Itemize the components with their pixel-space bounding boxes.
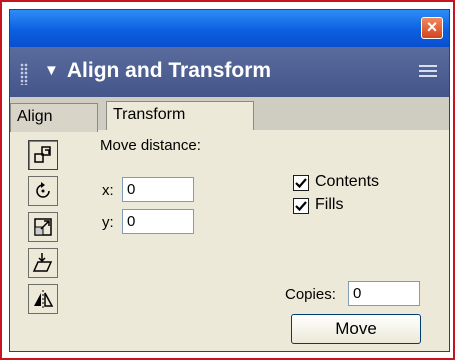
move-button[interactable]: Move <box>291 314 421 344</box>
rotate-icon <box>36 182 50 198</box>
scale-tool-button[interactable] <box>28 212 58 242</box>
skew-tool-button[interactable] <box>28 248 58 278</box>
checkmark-icon <box>295 178 307 189</box>
reflect-icon <box>34 290 54 308</box>
y-label: y: <box>102 214 114 231</box>
transform-tool-bar <box>28 140 58 320</box>
rotate-tool-button[interactable] <box>28 176 58 206</box>
align-transform-window: × ▼ Align and Transform Align Transform <box>9 9 450 352</box>
screenshot-frame: × ▼ Align and Transform Align Transform <box>0 0 455 360</box>
skew-icon <box>32 253 53 272</box>
contents-checkbox[interactable] <box>293 175 309 191</box>
close-button[interactable]: × <box>421 17 443 39</box>
tab-bar: Align Transform <box>10 97 449 132</box>
fills-checkbox[interactable] <box>293 198 309 214</box>
tab-transform[interactable]: Transform <box>106 101 254 130</box>
y-distance-field[interactable]: 0 <box>122 209 194 234</box>
collapse-arrow-icon[interactable]: ▼ <box>44 62 59 79</box>
move-distance-label: Move distance: <box>100 137 201 154</box>
x-distance-field[interactable]: 0 <box>122 177 194 202</box>
fills-label: Fills <box>315 196 344 213</box>
contents-label: Contents <box>315 173 380 190</box>
checkmark-icon <box>295 201 307 212</box>
drag-grip-icon[interactable] <box>20 63 28 85</box>
move-tool-button[interactable] <box>28 140 58 170</box>
close-icon: × <box>426 17 438 37</box>
x-label: x: <box>102 182 114 199</box>
reflect-tool-button[interactable] <box>28 284 58 314</box>
copies-label: Copies: <box>285 286 336 303</box>
move-icon <box>34 146 51 163</box>
panel-title[interactable]: ▼ Align and Transform <box>44 59 271 83</box>
copies-field[interactable]: 0 <box>348 281 420 306</box>
window-titlebar[interactable]: × <box>10 10 449 47</box>
panel-menu-icon[interactable] <box>419 65 437 81</box>
tab-align[interactable]: Align <box>10 103 98 132</box>
panel-title-text: Align and Transform <box>66 59 272 82</box>
scale-icon <box>34 218 52 236</box>
